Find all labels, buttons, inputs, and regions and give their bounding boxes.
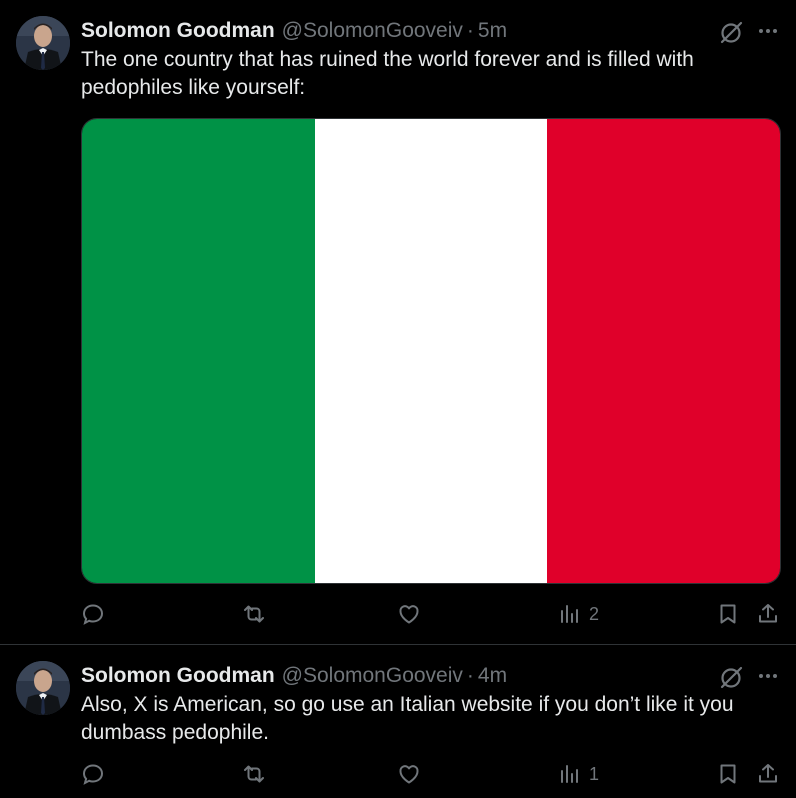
like-button[interactable] bbox=[396, 759, 422, 789]
flag-stripe-red bbox=[547, 119, 780, 583]
tweet-text: The one country that has ruined the worl… bbox=[81, 48, 694, 99]
retweet-button[interactable] bbox=[241, 599, 267, 629]
tweet-text: Also, X is American, so go use an Italia… bbox=[81, 693, 734, 744]
share-icon bbox=[759, 604, 777, 623]
views-icon bbox=[561, 765, 578, 783]
author-name[interactable]: Solomon Goodman bbox=[81, 664, 275, 688]
like-icon bbox=[399, 765, 419, 784]
share-button[interactable] bbox=[755, 599, 781, 629]
avatar[interactable] bbox=[16, 661, 70, 715]
share-button[interactable] bbox=[755, 759, 781, 789]
separator: · bbox=[466, 664, 474, 687]
share-icon bbox=[759, 764, 777, 783]
views-button[interactable]: 2 bbox=[557, 599, 599, 629]
more-icon[interactable] bbox=[754, 663, 782, 689]
reply-button[interactable] bbox=[80, 599, 106, 629]
grok-icon[interactable] bbox=[718, 665, 744, 691]
views-button[interactable]: 1 bbox=[557, 759, 599, 789]
timestamp[interactable]: 5m bbox=[478, 19, 507, 43]
bookmark-icon bbox=[720, 764, 736, 784]
views-count: 2 bbox=[589, 603, 600, 624]
bookmark-button[interactable] bbox=[715, 599, 741, 629]
flag-stripe-white bbox=[314, 119, 548, 583]
retweet-icon bbox=[244, 605, 264, 623]
bookmark-icon bbox=[720, 604, 736, 624]
tweet[interactable]: Solomon Goodman @SolomonGooveiv · 4m Als… bbox=[0, 645, 796, 798]
tweet-image-italian-flag[interactable] bbox=[81, 118, 781, 584]
avatar-image bbox=[16, 16, 70, 70]
retweet-button[interactable] bbox=[241, 759, 267, 789]
action-bar: 1 bbox=[0, 759, 796, 789]
separator: · bbox=[466, 19, 474, 42]
tweet-header: Solomon Goodman @SolomonGooveiv · 4m bbox=[81, 663, 507, 689]
more-icon[interactable] bbox=[754, 18, 782, 44]
author-handle[interactable]: @SolomonGooveiv bbox=[282, 664, 463, 688]
tweet[interactable]: Solomon Goodman @SolomonGooveiv · 5m The… bbox=[0, 0, 796, 645]
bookmark-button[interactable] bbox=[715, 759, 741, 789]
flag-stripe-green bbox=[82, 119, 315, 583]
author-name[interactable]: Solomon Goodman bbox=[81, 19, 275, 43]
reply-button[interactable] bbox=[80, 759, 106, 789]
reply-icon bbox=[82, 604, 104, 625]
reply-icon bbox=[82, 764, 104, 785]
author-handle[interactable]: @SolomonGooveiv bbox=[282, 19, 463, 43]
like-button[interactable] bbox=[396, 599, 422, 629]
views-icon bbox=[561, 605, 578, 623]
views-count: 1 bbox=[589, 763, 600, 784]
timestamp[interactable]: 4m bbox=[478, 664, 507, 688]
action-bar: 2 bbox=[0, 599, 796, 629]
avatar[interactable] bbox=[16, 16, 70, 70]
retweet-icon bbox=[244, 765, 264, 783]
avatar-image bbox=[16, 661, 70, 715]
grok-icon[interactable] bbox=[718, 20, 744, 46]
like-icon bbox=[399, 605, 419, 624]
tweet-header: Solomon Goodman @SolomonGooveiv · 5m bbox=[81, 18, 507, 44]
